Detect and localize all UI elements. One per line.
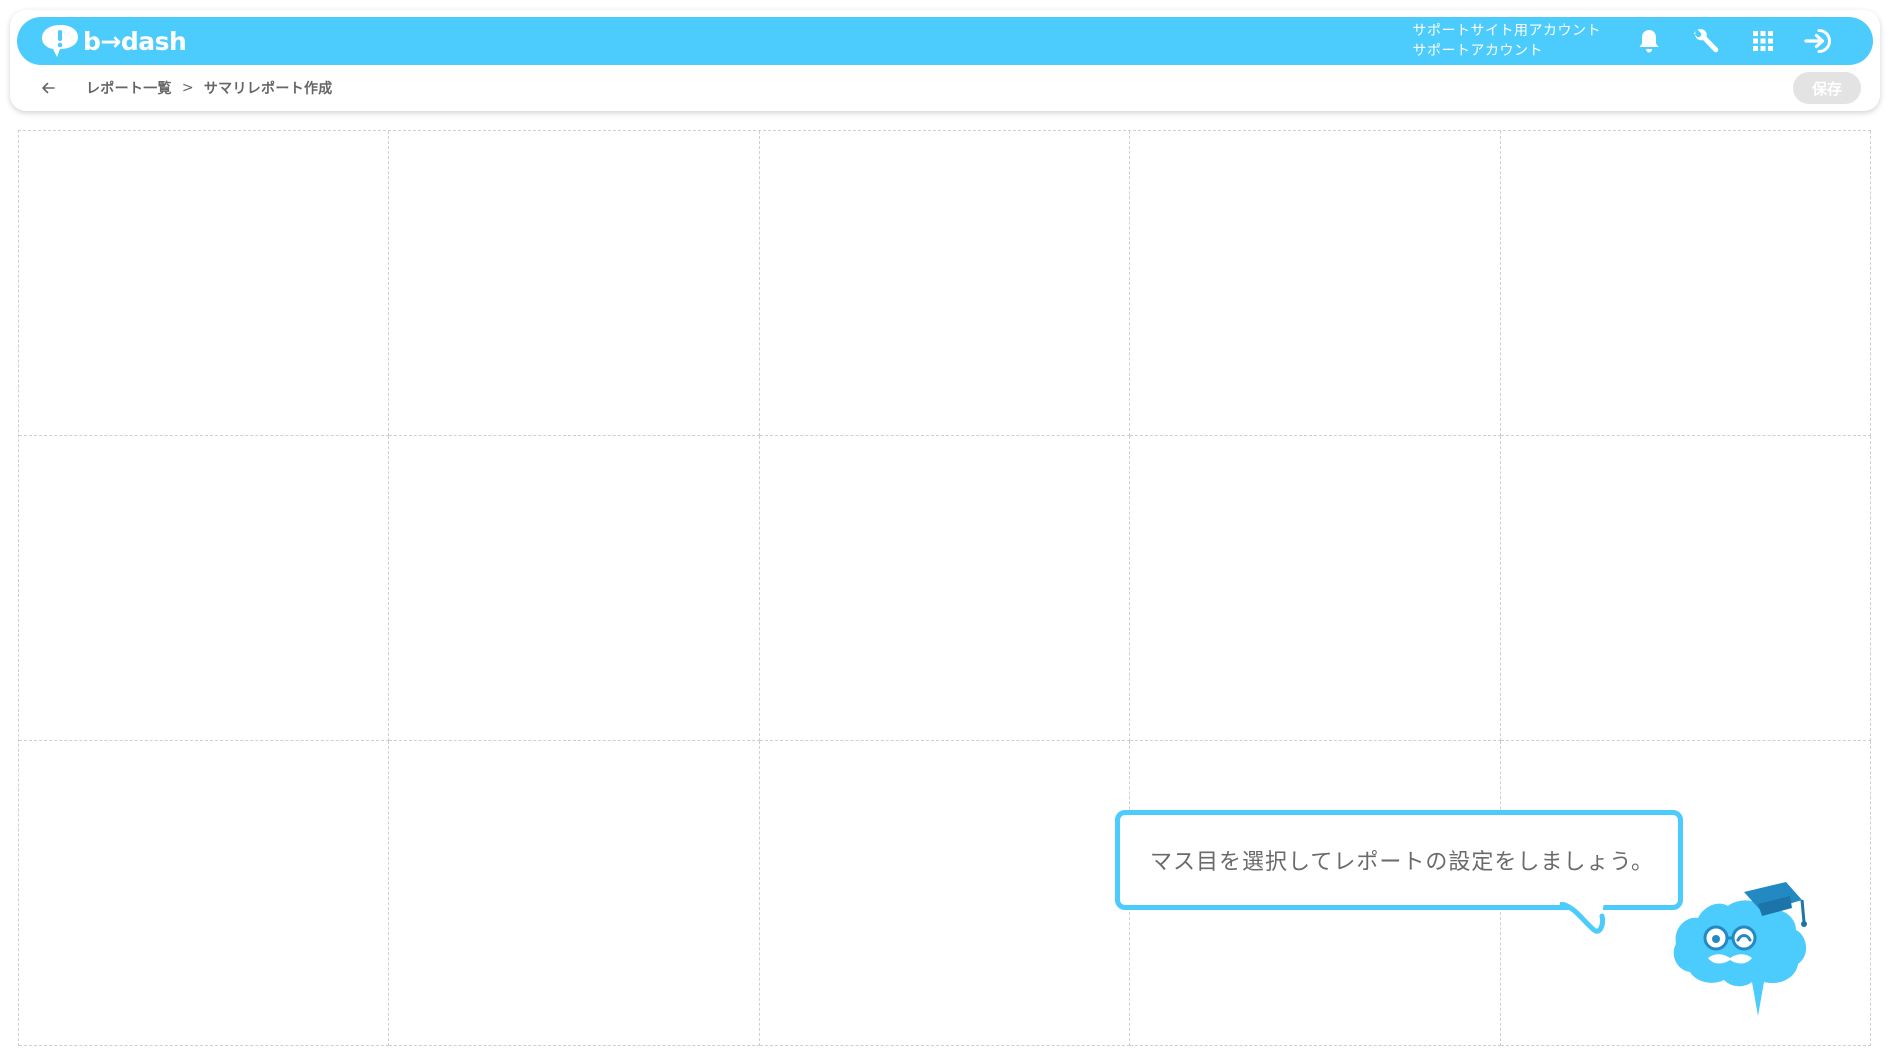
grid-cell[interactable] bbox=[759, 436, 1131, 741]
grid-cell[interactable] bbox=[1130, 131, 1501, 436]
grid-cell[interactable] bbox=[389, 436, 760, 741]
arrow-left-icon bbox=[42, 82, 55, 94]
header-card: b→dash サポートサイト用アカウント サポートアカウント レポート一覧 > … bbox=[10, 10, 1880, 111]
grid-cell[interactable] bbox=[389, 741, 760, 1046]
grid-cell[interactable] bbox=[19, 741, 390, 1046]
apps-grid-icon bbox=[1753, 31, 1773, 51]
grid-cell[interactable] bbox=[1130, 436, 1501, 741]
breadcrumb-bar: レポート一覧 > サマリレポート作成 保存 bbox=[10, 72, 1880, 104]
settings-button[interactable] bbox=[1686, 21, 1726, 61]
grid-cell[interactable] bbox=[759, 741, 1131, 1046]
grid-cell[interactable] bbox=[389, 131, 760, 436]
logout-button[interactable] bbox=[1800, 21, 1840, 61]
top-navbar: b→dash サポートサイト用アカウント サポートアカウント bbox=[17, 17, 1873, 65]
grid-cell[interactable] bbox=[19, 436, 390, 741]
grid-cell[interactable] bbox=[1500, 436, 1871, 741]
logout-icon bbox=[1804, 29, 1831, 53]
wrench-icon bbox=[1693, 29, 1719, 53]
notification-button[interactable] bbox=[1629, 21, 1669, 61]
hint-speech-bubble: マス目を選択してレポートの設定をしましょう。 bbox=[1115, 810, 1683, 910]
breadcrumb-separator: > bbox=[181, 80, 194, 96]
brain-mascot-icon bbox=[1673, 882, 1807, 1016]
brand-name: b→dash bbox=[83, 26, 187, 56]
breadcrumb-report-list[interactable]: レポート一覧 bbox=[86, 78, 172, 98]
account-info[interactable]: サポートサイト用アカウント サポートアカウント bbox=[1413, 21, 1602, 61]
bell-icon bbox=[1639, 30, 1659, 53]
hint-message: マス目を選択してレポートの設定をしましょう。 bbox=[1150, 850, 1655, 875]
brand-logo-icon bbox=[42, 25, 78, 57]
account-user-name: サポートアカウント bbox=[1412, 43, 1543, 59]
brand-logo[interactable]: b→dash bbox=[39, 17, 187, 65]
apps-button[interactable] bbox=[1743, 21, 1783, 61]
speech-bubble-tail-icon bbox=[1560, 902, 1605, 934]
account-site-name: サポートサイト用アカウント bbox=[1412, 23, 1601, 39]
breadcrumb: レポート一覧 > サマリレポート作成 bbox=[86, 78, 333, 98]
save-button[interactable]: 保存 bbox=[1793, 72, 1861, 104]
grid-cell[interactable] bbox=[759, 131, 1131, 436]
breadcrumb-current: サマリレポート作成 bbox=[203, 81, 333, 97]
topbar-actions: サポートサイト用アカウント サポートアカウント bbox=[1413, 17, 1874, 65]
grid-cell[interactable] bbox=[19, 131, 390, 436]
back-button[interactable] bbox=[34, 74, 62, 102]
grid-cell[interactable] bbox=[1500, 131, 1871, 436]
